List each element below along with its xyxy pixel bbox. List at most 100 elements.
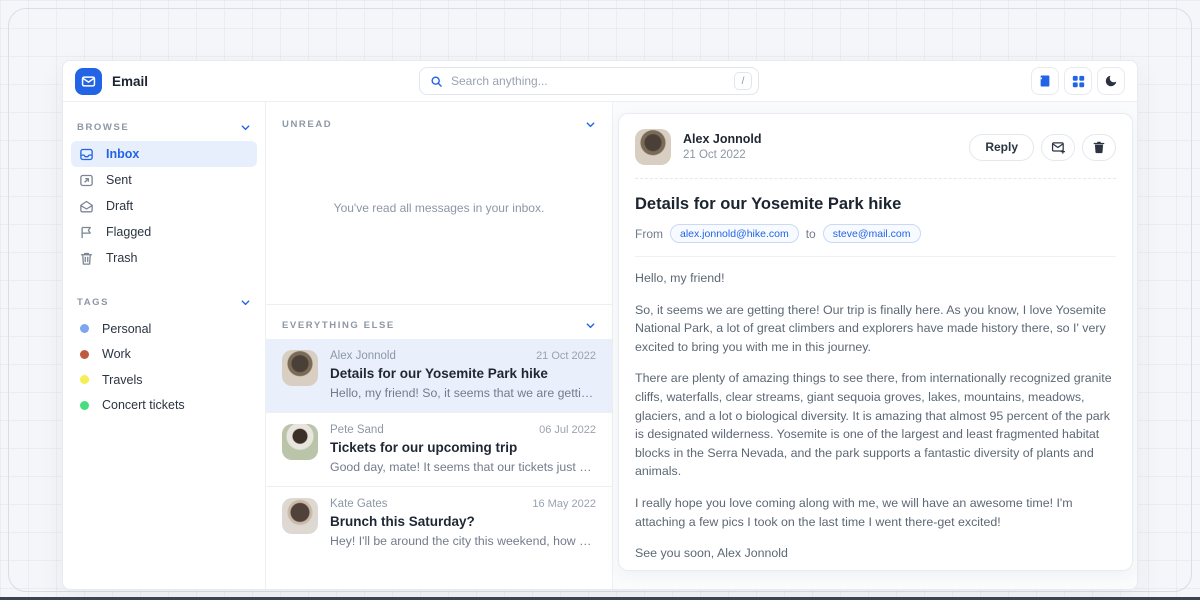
email-detail-card: Alex Jonnold 21 Oct 2022 Reply xyxy=(618,113,1133,571)
email-date: 16 May 2022 xyxy=(532,498,596,510)
to-email-chip[interactable]: steve@mail.com xyxy=(823,224,921,243)
from-email-chip[interactable]: alex.jonnold@hike.com xyxy=(670,224,799,243)
sidebar-item-trash[interactable]: Trash xyxy=(71,245,257,271)
draft-icon xyxy=(78,199,94,214)
email-app-window: Email / xyxy=(62,60,1138,590)
moon-icon xyxy=(1104,74,1118,88)
chevron-down-icon[interactable] xyxy=(585,320,596,331)
body-paragraph: Hello, my friend! xyxy=(635,269,1116,288)
sidebar-item-sent[interactable]: Sent xyxy=(71,167,257,193)
detail-header: Alex Jonnold 21 Oct 2022 Reply xyxy=(635,129,1116,179)
detail-sender-name: Alex Jonnold xyxy=(683,131,761,148)
grid-icon xyxy=(1072,75,1085,88)
tag-color-dot xyxy=(80,350,89,359)
apps-button[interactable] xyxy=(1064,67,1092,95)
book-icon xyxy=(1038,74,1052,88)
email-subject: Brunch this Saturday? xyxy=(330,514,596,529)
tag-label: Travels xyxy=(102,373,143,387)
trash-icon xyxy=(1092,140,1106,154)
from-to-row: From alex.jonnold@hike.com to steve@mail… xyxy=(635,224,1116,257)
email-detail-area: Alex Jonnold 21 Oct 2022 Reply xyxy=(613,102,1137,589)
tag-label: Personal xyxy=(102,322,151,336)
tag-label: Work xyxy=(102,347,131,361)
avatar xyxy=(282,498,318,534)
email-subject: Details for our Yosemite Park hike xyxy=(330,366,596,381)
everything-else-section: EVERYTHING ELSE Alex Jonnold 21 Oct 2022… xyxy=(266,304,612,560)
search-input[interactable] xyxy=(451,74,734,88)
tags-section-header[interactable]: TAGS xyxy=(63,291,265,316)
email-list-column: UNREAD You've read all messages in your … xyxy=(265,102,613,589)
body-paragraph: So, it seems we are getting there! Our t… xyxy=(635,301,1116,357)
tag-item-travels[interactable]: Travels xyxy=(71,367,257,393)
search-icon xyxy=(430,75,443,88)
browse-section-header[interactable]: BROWSE xyxy=(63,116,265,141)
email-preview: Good day, mate! It seems that our ticket… xyxy=(330,460,596,474)
email-preview: Hello, my friend! So, it seems that we a… xyxy=(330,386,596,400)
sidebar-item-inbox[interactable]: Inbox xyxy=(71,141,257,167)
dark-mode-button[interactable] xyxy=(1097,67,1125,95)
chevron-down-icon[interactable] xyxy=(240,297,251,308)
avatar xyxy=(635,129,671,165)
email-list-item[interactable]: Alex Jonnold 21 Oct 2022 Details for our… xyxy=(266,339,612,412)
email-body: Hello, my friend! So, it seems we are ge… xyxy=(635,257,1116,563)
search-bar[interactable]: / xyxy=(419,67,759,95)
trash-icon xyxy=(78,251,94,266)
email-date: 06 Jul 2022 xyxy=(539,424,596,436)
delete-email-button[interactable] xyxy=(1082,134,1116,161)
avatar xyxy=(282,350,318,386)
inbox-icon xyxy=(78,147,94,162)
tag-label: Concert tickets xyxy=(102,398,185,412)
search-shortcut-badge: / xyxy=(734,72,752,90)
email-preview: Hey! I'll be around the city this weeken… xyxy=(330,534,596,548)
email-list-item[interactable]: Kate Gates 16 May 2022 Brunch this Satur… xyxy=(266,486,612,560)
email-summary: Pete Sand 06 Jul 2022 Tickets for our up… xyxy=(330,424,596,474)
tag-color-dot xyxy=(80,324,89,333)
sidebar-item-draft[interactable]: Draft xyxy=(71,193,257,219)
sidebar-item-label: Sent xyxy=(106,173,132,187)
reply-button[interactable]: Reply xyxy=(969,134,1034,161)
envelope-icon xyxy=(81,74,96,89)
sidebar: BROWSE Inbox Sent Draft xyxy=(63,102,265,589)
sidebar-item-label: Trash xyxy=(106,251,138,265)
everything-else-header[interactable]: EVERYTHING ELSE xyxy=(266,305,612,339)
sidebar-item-label: Inbox xyxy=(106,147,139,161)
email-logo-icon xyxy=(75,68,102,95)
unread-empty-state: You've read all messages in your inbox. xyxy=(266,138,612,278)
mark-mail-button[interactable] xyxy=(1041,134,1075,161)
browse-section-title: BROWSE xyxy=(77,122,129,133)
sent-icon xyxy=(78,173,94,188)
app-title: Email xyxy=(112,74,148,89)
email-summary: Kate Gates 16 May 2022 Brunch this Satur… xyxy=(330,498,596,548)
topbar-actions xyxy=(1031,67,1125,95)
sidebar-item-label: Flagged xyxy=(106,225,151,239)
detail-subject: Details for our Yosemite Park hike xyxy=(635,195,1116,214)
topbar: Email / xyxy=(63,61,1137,102)
tag-color-dot xyxy=(80,375,89,384)
unread-empty-text: You've read all messages in your inbox. xyxy=(334,201,545,215)
email-sender: Pete Sand xyxy=(330,424,384,436)
detail-date: 21 Oct 2022 xyxy=(683,148,761,164)
chevron-down-icon[interactable] xyxy=(240,122,251,133)
sidebar-item-flagged[interactable]: Flagged xyxy=(71,219,257,245)
email-list-item[interactable]: Pete Sand 06 Jul 2022 Tickets for our up… xyxy=(266,412,612,486)
notebook-button[interactable] xyxy=(1031,67,1059,95)
body-paragraph: There are plenty of amazing things to se… xyxy=(635,369,1116,481)
tag-item-concert-tickets[interactable]: Concert tickets xyxy=(71,393,257,419)
chevron-down-icon[interactable] xyxy=(585,119,596,130)
mail-plus-icon xyxy=(1051,140,1066,155)
tags-section-title: TAGS xyxy=(77,297,109,308)
tag-item-work[interactable]: Work xyxy=(71,342,257,368)
tag-item-personal[interactable]: Personal xyxy=(71,316,257,342)
email-sender: Alex Jonnold xyxy=(330,350,396,362)
from-label: From xyxy=(635,227,663,241)
email-date: 21 Oct 2022 xyxy=(536,350,596,362)
to-label: to xyxy=(806,227,816,241)
avatar xyxy=(282,424,318,460)
tag-color-dot xyxy=(80,401,89,410)
body-paragraph: I really hope you love coming along with… xyxy=(635,494,1116,531)
unread-section-title: UNREAD xyxy=(282,119,332,130)
email-sender: Kate Gates xyxy=(330,498,388,510)
body-paragraph: See you soon, Alex Jonnold xyxy=(635,544,1116,563)
detail-actions: Reply xyxy=(969,134,1116,161)
unread-section-header[interactable]: UNREAD xyxy=(266,102,612,138)
